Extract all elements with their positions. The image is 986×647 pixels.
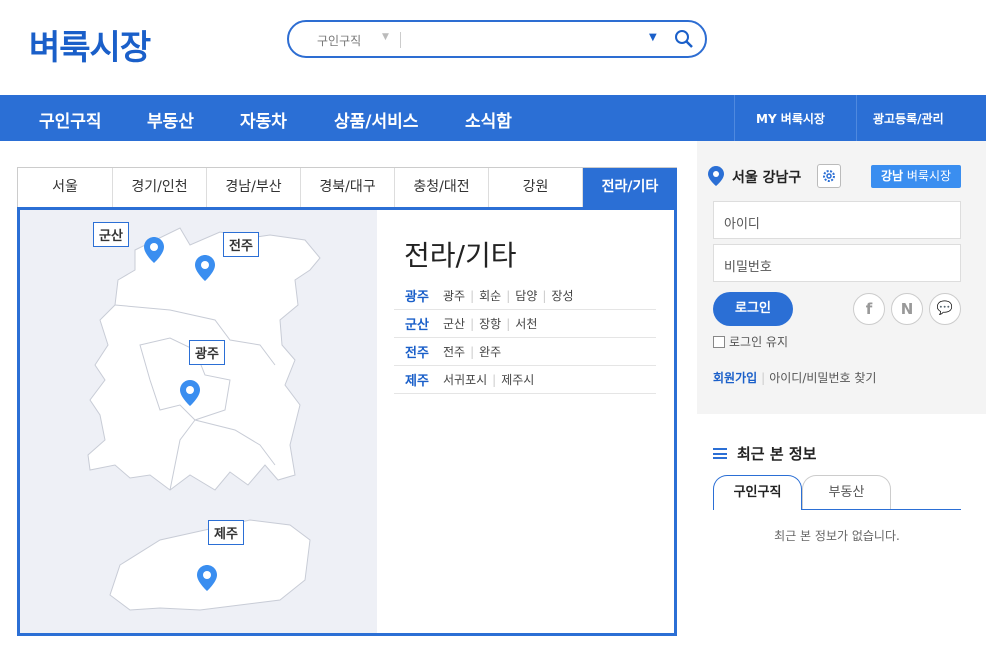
tab-gyeongbuk-daegu[interactable]: 경북/대구 bbox=[301, 168, 395, 208]
nav-cars[interactable]: 자동차 bbox=[240, 107, 287, 132]
region-city-list: 광주 광주 | 회순 | 담양 | 장성 군산 군산 | 장항 | 서천 전주 전주 | 완… bbox=[394, 282, 656, 394]
search-divider bbox=[400, 32, 401, 48]
recent-tab-realestate[interactable]: 부동산 bbox=[802, 475, 891, 510]
nav-goods-services[interactable]: 상품/서비스 bbox=[334, 107, 418, 132]
city-link[interactable]: 제주 bbox=[405, 370, 443, 389]
map-label-jeonju[interactable]: 전주 bbox=[223, 232, 259, 257]
tab-seoul[interactable]: 서울 bbox=[18, 168, 113, 208]
subcity-link[interactable]: 담양 bbox=[515, 287, 537, 304]
list-item: 광주 광주 | 회순 | 담양 | 장성 bbox=[394, 282, 656, 310]
find-account-link[interactable]: 아이디/비밀번호 찾기 bbox=[769, 371, 876, 385]
tab-jeolla-etc[interactable]: 전라/기타 bbox=[583, 168, 677, 208]
subcity-link[interactable]: 서천 bbox=[515, 315, 537, 332]
naver-login-icon[interactable]: N bbox=[891, 293, 923, 325]
nav-realestate[interactable]: 부동산 bbox=[147, 107, 194, 132]
facebook-login-icon[interactable]: f bbox=[853, 293, 885, 325]
map-pin-icon[interactable] bbox=[197, 565, 217, 591]
account-links: 회원가입 | 아이디/비밀번호 찾기 bbox=[713, 371, 877, 385]
category-dropdown-icon[interactable]: ▼ bbox=[382, 32, 389, 42]
city-link[interactable]: 군산 bbox=[405, 314, 443, 333]
region-tabs: 서울 경기/인천 경남/부산 경북/대구 충청/대전 강원 전라/기타 bbox=[17, 167, 677, 208]
tab-gyeonggi-incheon[interactable]: 경기/인천 bbox=[113, 168, 207, 208]
recent-empty-message: 최근 본 정보가 없습니다. bbox=[774, 529, 900, 543]
recent-title-text: 최근 본 정보 bbox=[737, 445, 817, 463]
map-label-gwangju[interactable]: 광주 bbox=[189, 340, 225, 365]
region-panel: 군산 전주 광주 제주 전라/기타 광주 광주 | 회순 | 담양 | 장성 군산 군… bbox=[17, 207, 677, 636]
keep-login-label: 로그인 유지 bbox=[729, 335, 789, 349]
subcity-link[interactable]: 제주시 bbox=[501, 371, 534, 388]
subcity-link[interactable]: 장성 bbox=[551, 287, 573, 304]
search-category-select[interactable]: 구인구직 bbox=[317, 32, 361, 49]
tab-gangwon[interactable]: 강원 bbox=[489, 168, 583, 208]
kakao-login-icon[interactable]: 💬 bbox=[929, 293, 961, 325]
city-link[interactable]: 전주 bbox=[405, 342, 443, 361]
password-field[interactable]: 비밀번호 bbox=[713, 244, 961, 282]
list-item: 제주 서귀포시 | 제주시 bbox=[394, 366, 656, 394]
tab-gyeongnam-busan[interactable]: 경남/부산 bbox=[207, 168, 301, 208]
location-settings-button[interactable] bbox=[817, 164, 841, 188]
subcity-link[interactable]: 군산 bbox=[443, 315, 465, 332]
nav-ad-register[interactable]: 광고등록/관리 bbox=[873, 110, 944, 127]
subcity-link[interactable]: 서귀포시 bbox=[443, 371, 487, 388]
nav-divider bbox=[734, 95, 735, 141]
search-bar: 구인구직 ▼ ▼ bbox=[287, 20, 707, 58]
recent-tab-jobs[interactable]: 구인구직 bbox=[713, 475, 802, 510]
subcity-link[interactable]: 장항 bbox=[479, 315, 501, 332]
map-pin-icon[interactable] bbox=[195, 255, 215, 281]
search-icon[interactable] bbox=[674, 29, 694, 49]
gear-icon bbox=[823, 170, 835, 182]
search-input[interactable] bbox=[407, 28, 637, 50]
keep-login-checkbox[interactable] bbox=[713, 335, 725, 348]
local-market-button[interactable]: 강남 벼룩시장 bbox=[871, 165, 961, 188]
map-pin-icon[interactable] bbox=[144, 237, 164, 263]
search-dropdown-icon[interactable]: ▼ bbox=[649, 32, 657, 43]
region-title: 전라/기타 bbox=[404, 239, 517, 272]
recent-title: 최근 본 정보 bbox=[713, 443, 816, 464]
subcity-link[interactable]: 전주 bbox=[443, 343, 465, 360]
keep-login[interactable]: 로그인 유지 bbox=[713, 333, 788, 350]
signup-link[interactable]: 회원가입 bbox=[713, 371, 757, 385]
site-logo[interactable]: 벼룩시장 bbox=[29, 20, 151, 69]
login-button[interactable]: 로그인 bbox=[713, 292, 793, 326]
subcity-link[interactable]: 광주 bbox=[443, 287, 465, 304]
nav-my-page[interactable]: MY 벼룩시장 bbox=[756, 110, 825, 127]
map-label-gunsan[interactable]: 군산 bbox=[93, 222, 129, 247]
list-item: 전주 전주 | 완주 bbox=[394, 338, 656, 366]
current-location: 서울 강남구 bbox=[732, 170, 802, 186]
subcity-link[interactable]: 회순 bbox=[479, 287, 501, 304]
map-label-jeju[interactable]: 제주 bbox=[208, 520, 244, 545]
nav-divider bbox=[856, 95, 857, 141]
location-pin-icon bbox=[708, 166, 724, 186]
subcity-link[interactable]: 완주 bbox=[479, 343, 501, 360]
region-map[interactable]: 군산 전주 광주 제주 bbox=[20, 210, 377, 633]
city-link[interactable]: 광주 bbox=[405, 286, 443, 305]
list-item: 군산 군산 | 장항 | 서천 bbox=[394, 310, 656, 338]
map-pin-icon[interactable] bbox=[180, 380, 200, 406]
nav-news[interactable]: 소식함 bbox=[465, 107, 512, 132]
id-field[interactable]: 아이디 bbox=[713, 201, 961, 239]
menu-icon bbox=[713, 448, 727, 459]
nav-jobs[interactable]: 구인구직 bbox=[39, 107, 102, 132]
main-nav: 구인구직 부동산 자동차 상품/서비스 소식함 MY 벼룩시장 광고등록/관리 bbox=[0, 95, 986, 141]
tab-chungcheong-daejeon[interactable]: 충청/대전 bbox=[395, 168, 489, 208]
